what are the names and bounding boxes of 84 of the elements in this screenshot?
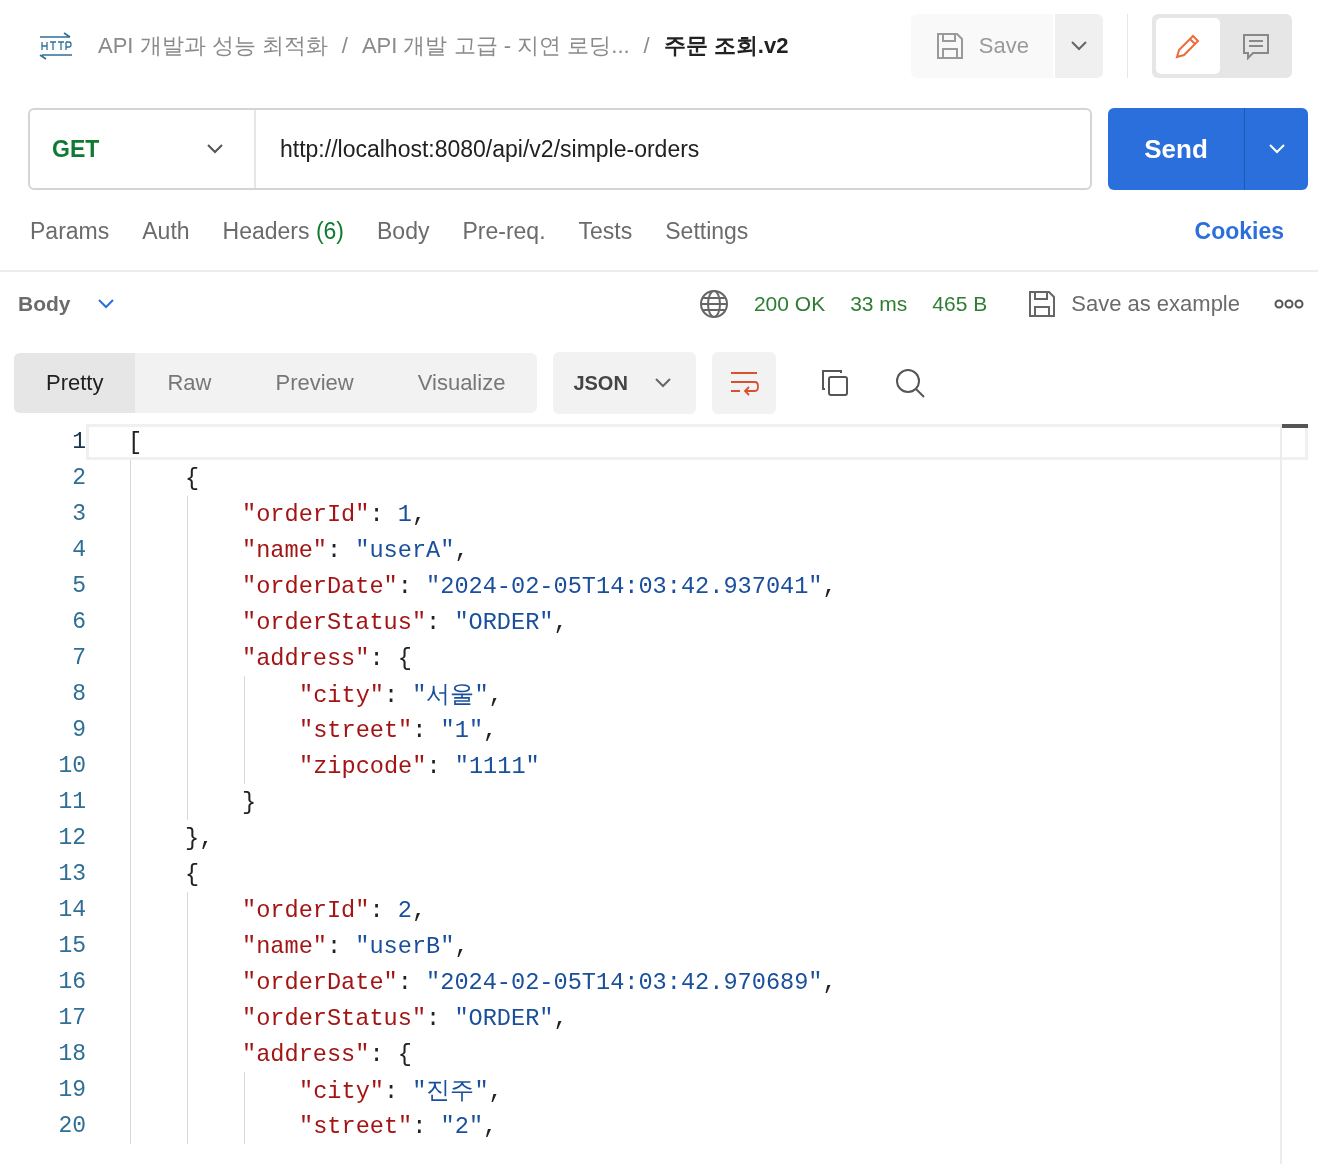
view-tab[interactable]: Visualize (385, 353, 538, 413)
scrollbar[interactable] (1280, 424, 1308, 1164)
line-number: 5 (71, 573, 86, 599)
request-tab[interactable]: Auth (142, 217, 190, 245)
request-tab[interactable]: Pre-req. (462, 217, 546, 245)
code-line: "name": "userB", (242, 932, 469, 960)
globe-icon (698, 289, 729, 319)
line-number: 15 (57, 933, 86, 959)
line-number: 7 (71, 645, 86, 671)
code-line: "city": "진주", (299, 1077, 503, 1106)
line-number: 10 (57, 753, 86, 779)
view-tab[interactable]: Pretty (14, 353, 136, 413)
code-line: "address": { (242, 644, 412, 672)
line-number: 4 (71, 537, 86, 563)
line-number: 18 (57, 1041, 86, 1067)
copy-button[interactable] (819, 368, 850, 398)
chevron-down-icon (1070, 40, 1088, 52)
code-line: "name": "userA", (242, 536, 469, 564)
response-size: 465 B (932, 292, 988, 316)
code-line: "city": "서울", (299, 681, 503, 710)
response-section-dropdown[interactable]: Body (18, 292, 115, 316)
line-number: 9 (71, 717, 86, 743)
line-number: 16 (57, 969, 86, 995)
code-line: "orderDate": "2024-02-05T14:03:42.970689", (242, 968, 837, 996)
chevron-down-icon (206, 143, 224, 155)
code-line: [ (128, 428, 143, 456)
line-number: 20 (57, 1113, 86, 1139)
search-button[interactable] (893, 367, 926, 399)
chevron-down-icon (1267, 143, 1286, 155)
line-number: 3 (71, 501, 86, 527)
line-number: 17 (57, 1005, 86, 1031)
code-line: "orderId": 2, (242, 896, 427, 924)
format-dropdown[interactable]: JSON (553, 352, 696, 414)
code-line: { (185, 860, 200, 888)
status-code: 200 OK (753, 292, 826, 316)
code-line: "orderStatus": "ORDER", (242, 1004, 568, 1032)
save-as-example-button[interactable]: Save as example (1021, 288, 1246, 320)
line-number: 8 (71, 681, 86, 707)
line-number: 6 (71, 609, 86, 635)
line-number: 1 (71, 429, 86, 455)
code-line: "orderId": 1, (242, 500, 427, 528)
chevron-down-icon (653, 377, 672, 389)
code-line: "street": "2", (299, 1112, 498, 1140)
code-line: "address": { (242, 1040, 412, 1068)
request-tab[interactable]: Body (377, 217, 430, 245)
url-field[interactable]: http://localhost:8080/api/v2/simple-orders (256, 134, 1090, 164)
breadcrumb-link[interactable]: API 개발 고급 - 지연 로딩... (361, 31, 630, 61)
request-tab[interactable]: Headers (6) (222, 217, 345, 245)
line-number: 13 (57, 861, 86, 887)
code-line: } (242, 788, 257, 816)
breadcrumb-separator: / (643, 33, 650, 59)
code-line: { (185, 464, 200, 492)
request-tab[interactable]: Params (30, 217, 110, 245)
breadcrumb-link[interactable]: API 개발과 성능 최적화 (98, 31, 328, 61)
line-number: 14 (57, 897, 86, 923)
line-number: 11 (57, 789, 86, 815)
search-icon (893, 367, 926, 399)
response-time: 33 ms (850, 292, 908, 316)
chevron-down-icon (96, 298, 115, 310)
wrap-lines-icon (728, 370, 759, 396)
copy-icon (819, 368, 850, 398)
line-number: 12 (57, 825, 86, 851)
edit-mode-button[interactable] (1156, 18, 1220, 74)
comment-icon (1241, 31, 1271, 61)
request-tab[interactable]: Settings (665, 217, 749, 245)
method-dropdown[interactable]: GET (30, 110, 256, 188)
code-line: "orderStatus": "ORDER", (242, 608, 568, 636)
line-number: 19 (57, 1077, 86, 1103)
breadcrumb-separator: / (341, 33, 348, 59)
code-line: "street": "1", (299, 716, 498, 744)
request-title: 주문 조회.v2 (663, 32, 789, 60)
http-icon (38, 31, 74, 61)
view-tab[interactable]: Raw (135, 353, 244, 413)
url-bar[interactable]: GET http://localhost:8080/api/v2/simple-orders (28, 108, 1092, 190)
save-button[interactable]: Save (910, 14, 1053, 78)
code-line: }, (185, 824, 214, 852)
line-number: 2 (71, 465, 86, 491)
code-line: "orderDate": "2024-02-05T14:03:42.937041", (242, 572, 837, 600)
request-tab[interactable]: Tests (578, 217, 633, 245)
wrap-lines-button[interactable] (711, 352, 776, 414)
code-line: "zipcode": "1111" (299, 752, 540, 780)
more-icon[interactable] (1274, 298, 1304, 310)
cookies-link[interactable]: Cookies (1194, 217, 1284, 245)
view-tab[interactable]: Preview (243, 353, 386, 413)
